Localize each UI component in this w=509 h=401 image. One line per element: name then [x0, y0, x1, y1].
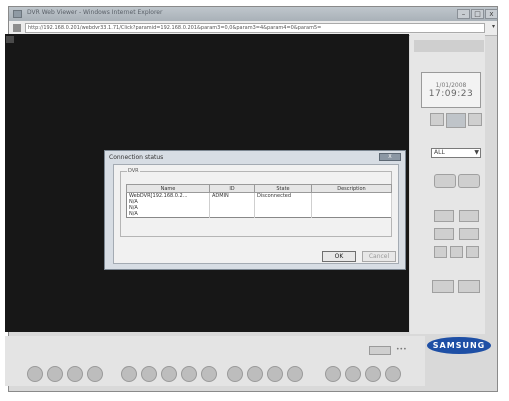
zoom-in-icon[interactable] [47, 366, 63, 382]
title-bar: DVR Web Viewer - Windows Internet Explor… [9, 7, 498, 21]
split-mode-c-button[interactable] [466, 246, 479, 258]
dialog-title: Connection status [109, 154, 164, 161]
print-icon[interactable] [365, 366, 381, 382]
column-header-id[interactable]: ID [209, 184, 255, 193]
connection-table: Name ID State Description WebDVR[192.168… [126, 184, 392, 218]
ie-icon [13, 10, 22, 18]
focus-icon[interactable] [87, 366, 103, 382]
column-header-name[interactable]: Name [126, 184, 210, 193]
stop-icon[interactable] [201, 366, 217, 382]
split-mode-16-button[interactable] [459, 228, 479, 240]
save-icon[interactable] [385, 366, 401, 382]
column-header-state[interactable]: State [254, 184, 312, 193]
setup-button-right[interactable] [468, 113, 482, 126]
step-forward-icon[interactable] [227, 366, 243, 382]
play-icon[interactable] [161, 366, 177, 382]
cell-name: N/A [126, 211, 210, 218]
split-mode-1-button[interactable] [434, 210, 454, 222]
rewind-icon[interactable] [121, 366, 137, 382]
fast-forward-icon[interactable] [247, 366, 263, 382]
pause-icon[interactable] [181, 366, 197, 382]
close-window-button[interactable]: x [485, 9, 498, 19]
samsung-logo: SAMSUNG [427, 337, 491, 354]
split-mode-b-button[interactable] [450, 246, 463, 258]
ptz-icon[interactable] [27, 366, 43, 382]
split-mode-9-button[interactable] [434, 228, 454, 240]
cancel-button[interactable]: Cancel [362, 251, 396, 262]
skip-icon[interactable] [267, 366, 283, 382]
mute-icon[interactable] [345, 366, 361, 382]
maximize-button[interactable]: □ [471, 9, 484, 19]
panel-header [414, 40, 484, 52]
screen-mode-icon[interactable] [6, 36, 14, 43]
address-dropdown-icon[interactable]: ▾ [492, 23, 495, 30]
table-row[interactable]: N/A [126, 211, 392, 218]
url-input[interactable]: http://192.168.0.201/webdvr33.1.71/Click… [25, 23, 485, 33]
split-mode-a-button[interactable] [434, 246, 447, 258]
audio-icon[interactable] [325, 366, 341, 382]
cell-id [209, 211, 255, 218]
connection-status-dialog: Connection status X DVR Name ID State De… [104, 150, 406, 270]
dialog-body: DVR Name ID State Description WebDVR[192… [113, 164, 399, 264]
cell-description [311, 211, 392, 218]
search-mode-button[interactable] [432, 280, 454, 293]
record-icon[interactable] [458, 174, 480, 188]
wrench-icon[interactable] [446, 113, 466, 128]
clock-display: 1/01/2008 17:09:23 [421, 72, 481, 108]
clock-time: 17:09:23 [428, 89, 474, 99]
clock-date: 1/01/2008 [435, 82, 467, 89]
column-header-description[interactable]: Description [311, 184, 392, 193]
dvr-group-label: DVR [127, 168, 140, 174]
speed-indicator[interactable] [369, 346, 391, 355]
channel-select[interactable]: ALL ▼ [431, 148, 481, 158]
page-icon [13, 24, 21, 32]
chevron-down-icon: ▼ [474, 149, 479, 156]
capture-icon[interactable] [434, 174, 456, 188]
ok-button[interactable]: OK [322, 251, 356, 262]
speed-label: ••• [396, 346, 407, 353]
alarm-icon[interactable] [287, 366, 303, 382]
window-title: DVR Web Viewer - Windows Internet Explor… [27, 9, 163, 16]
cell-state [254, 211, 312, 218]
minimize-button[interactable]: – [457, 9, 470, 19]
split-mode-4-button[interactable] [459, 210, 479, 222]
step-back-icon[interactable] [141, 366, 157, 382]
setup-button-left[interactable] [430, 113, 444, 126]
list-mode-button[interactable] [458, 280, 480, 293]
dialog-close-button[interactable]: X [379, 153, 401, 161]
zoom-out-icon[interactable] [67, 366, 83, 382]
